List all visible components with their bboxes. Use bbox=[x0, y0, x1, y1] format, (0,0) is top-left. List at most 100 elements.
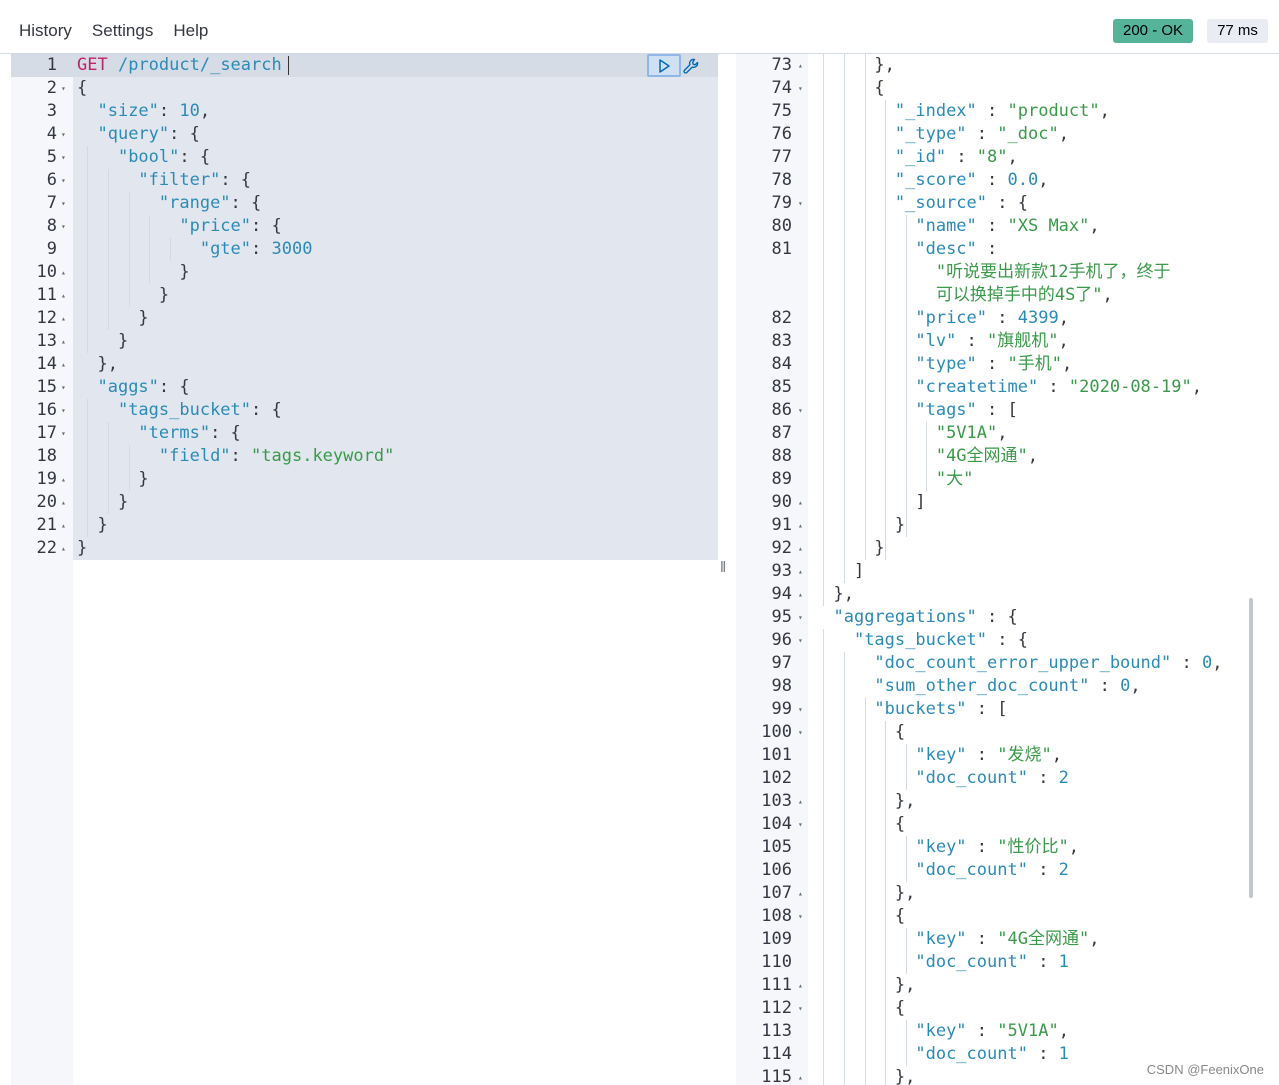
response-line: 90 ▴ ] bbox=[736, 491, 1279, 514]
menu-settings[interactable]: Settings bbox=[92, 21, 153, 41]
fold-expand-icon[interactable]: ▴ bbox=[798, 514, 803, 537]
fold-collapse-icon[interactable]: ▾ bbox=[798, 997, 803, 1020]
code-token: 1 bbox=[1058, 1044, 1069, 1064]
line-number: 84 bbox=[771, 354, 792, 374]
code-text: 可以换掉手中的4S了", bbox=[813, 284, 1113, 307]
run-button[interactable] bbox=[647, 54, 681, 77]
fold-expand-icon[interactable]: ▴ bbox=[798, 491, 803, 514]
fold-expand-icon[interactable]: ▴ bbox=[61, 284, 66, 307]
code-token: "buckets" bbox=[874, 699, 967, 719]
menu-history[interactable]: History bbox=[19, 21, 72, 41]
line-number: 73 bbox=[771, 55, 792, 75]
fold-collapse-icon[interactable]: ▾ bbox=[798, 606, 803, 629]
code-text: "aggs": { bbox=[77, 376, 189, 399]
code-token: "bool" bbox=[117, 147, 180, 167]
fold-collapse-icon[interactable]: ▾ bbox=[61, 422, 66, 445]
request-editor[interactable]: 1 GET /product/_search 2 ▾{3 "size": 10, 4 ▾ … bbox=[11, 54, 718, 1085]
wrench-button[interactable] bbox=[681, 55, 701, 76]
code-token: "tags" bbox=[915, 400, 977, 420]
response-line: 111 ▴ }, bbox=[736, 974, 1279, 997]
fold-expand-icon[interactable]: ▴ bbox=[61, 261, 66, 284]
code-token: : { bbox=[987, 630, 1028, 650]
request-line: 17 ▾ "terms": { bbox=[11, 422, 718, 445]
code-token: : bbox=[976, 101, 1008, 121]
fold-expand-icon[interactable]: ▴ bbox=[61, 514, 66, 537]
line-number: 103 bbox=[761, 791, 792, 811]
fold-expand-icon[interactable]: ▴ bbox=[798, 1066, 803, 1085]
code-token: "tags_bucket" bbox=[117, 400, 252, 420]
fold-collapse-icon[interactable]: ▾ bbox=[798, 77, 803, 100]
code-token: "性价比" bbox=[997, 837, 1069, 857]
text-cursor bbox=[288, 56, 289, 75]
request-line: 7 ▾ "range": { bbox=[11, 192, 718, 215]
line-number: 10 bbox=[36, 262, 57, 282]
code-token: { bbox=[813, 998, 906, 1018]
request-line: 16 ▾ "tags_bucket": { bbox=[11, 399, 718, 422]
code-token: : [ bbox=[976, 400, 1018, 420]
fold-expand-icon[interactable]: ▴ bbox=[798, 882, 803, 905]
code-token: , bbox=[1027, 446, 1039, 466]
request-line: 10 ▴ } bbox=[11, 261, 718, 284]
fold-expand-icon[interactable]: ▴ bbox=[798, 790, 803, 813]
fold-collapse-icon[interactable]: ▾ bbox=[61, 215, 66, 238]
fold-expand-icon[interactable]: ▴ bbox=[798, 974, 803, 997]
fold-collapse-icon[interactable]: ▾ bbox=[798, 813, 803, 836]
fold-expand-icon[interactable]: ▴ bbox=[798, 54, 803, 77]
code-token: 2 bbox=[1058, 768, 1069, 788]
fold-expand-icon[interactable]: ▴ bbox=[61, 491, 66, 514]
fold-expand-icon[interactable]: ▴ bbox=[798, 583, 803, 606]
line-number: 102 bbox=[761, 768, 792, 788]
response-viewer[interactable]: 73 ▴ }, 74 ▾ {75 "_index" : "product", 76 "_… bbox=[736, 54, 1279, 1085]
fold-expand-icon[interactable]: ▴ bbox=[798, 537, 803, 560]
fold-collapse-icon[interactable]: ▾ bbox=[798, 399, 803, 422]
response-line: 89 "大" bbox=[736, 468, 1279, 491]
code-token: : { bbox=[976, 607, 1018, 627]
code-token: : { bbox=[220, 170, 252, 190]
fold-expand-icon[interactable]: ▴ bbox=[61, 468, 66, 491]
fold-expand-icon[interactable]: ▴ bbox=[61, 537, 66, 560]
code-token: }, bbox=[813, 55, 895, 75]
fold-collapse-icon[interactable]: ▾ bbox=[798, 629, 803, 652]
code-token: "product" bbox=[1007, 101, 1100, 121]
code-token: }, bbox=[77, 354, 118, 374]
code-text: "lv" : "旗舰机", bbox=[813, 330, 1068, 353]
code-token: , bbox=[1038, 170, 1049, 190]
code-token: { bbox=[77, 78, 88, 98]
fold-collapse-icon[interactable]: ▾ bbox=[61, 376, 66, 399]
fold-collapse-icon[interactable]: ▾ bbox=[61, 77, 66, 100]
fold-collapse-icon[interactable]: ▾ bbox=[798, 721, 803, 744]
code-token: : bbox=[976, 216, 1008, 236]
code-text: }, bbox=[813, 882, 915, 905]
fold-collapse-icon[interactable]: ▾ bbox=[798, 698, 803, 721]
line-number: 108 bbox=[761, 906, 792, 926]
fold-expand-icon[interactable]: ▴ bbox=[61, 307, 66, 330]
code-token: , bbox=[1089, 929, 1100, 949]
code-text: "price": { bbox=[77, 215, 281, 238]
fold-collapse-icon[interactable]: ▾ bbox=[798, 192, 803, 215]
fold-collapse-icon[interactable]: ▾ bbox=[61, 399, 66, 422]
line-number: 8 bbox=[46, 216, 57, 236]
code-token: } bbox=[77, 308, 149, 328]
fold-collapse-icon[interactable]: ▾ bbox=[61, 192, 66, 215]
code-token: } bbox=[77, 515, 108, 535]
response-scrollbar[interactable] bbox=[1249, 598, 1253, 898]
code-text: ] bbox=[813, 560, 864, 583]
fold-expand-icon[interactable]: ▴ bbox=[798, 560, 803, 583]
code-token: } bbox=[77, 262, 190, 282]
fold-collapse-icon[interactable]: ▾ bbox=[798, 905, 803, 928]
code-token: 0 bbox=[1120, 676, 1131, 696]
fold-expand-icon[interactable]: ▴ bbox=[61, 330, 66, 353]
code-token: : { bbox=[179, 147, 211, 167]
panel-resize-handle[interactable]: ‖ bbox=[720, 559, 726, 576]
code-text: "createtime" : "2020-08-19", bbox=[813, 376, 1202, 399]
fold-collapse-icon[interactable]: ▾ bbox=[61, 123, 66, 146]
fold-collapse-icon[interactable]: ▾ bbox=[61, 146, 66, 169]
menu-help[interactable]: Help bbox=[173, 21, 208, 41]
code-text: "sum_other_doc_count" : 0, bbox=[813, 675, 1140, 698]
fold-collapse-icon[interactable]: ▾ bbox=[61, 169, 66, 192]
fold-expand-icon[interactable]: ▴ bbox=[61, 353, 66, 376]
